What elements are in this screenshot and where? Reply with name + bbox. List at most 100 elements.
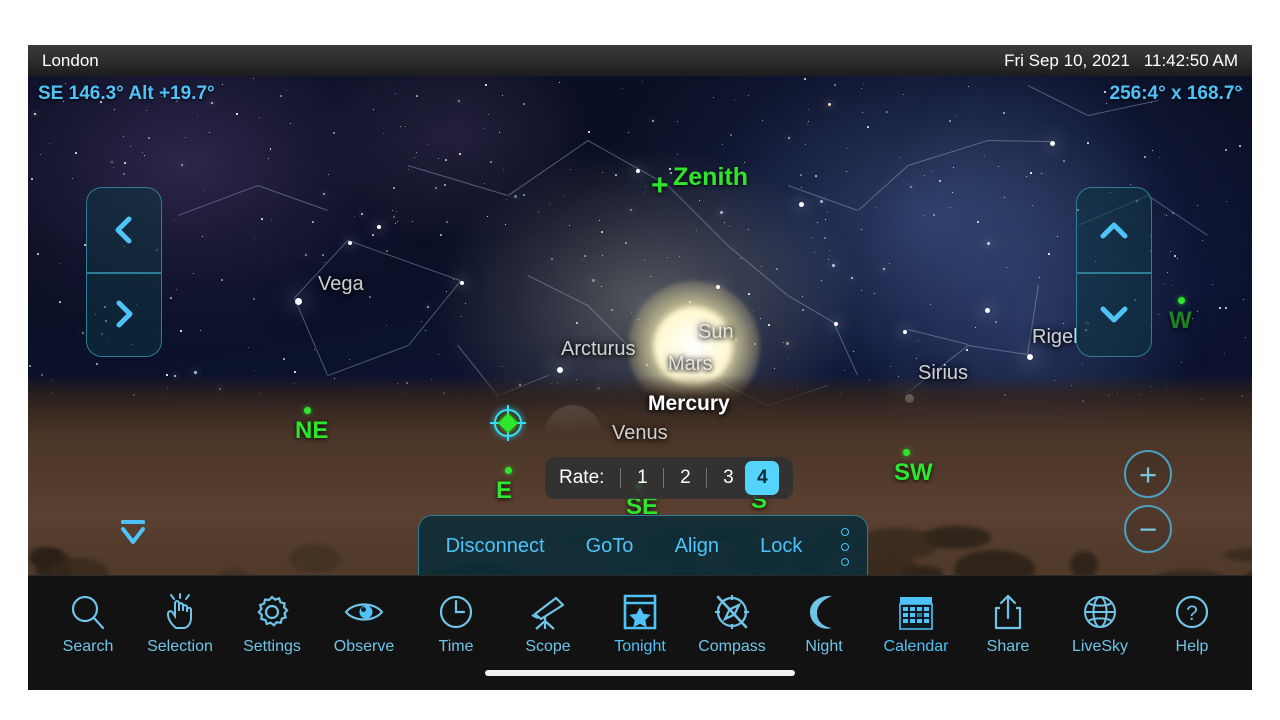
cardinal-w: W [1169, 307, 1192, 334]
plus-icon: + [1138, 456, 1158, 492]
toolbar-item-compass[interactable]: Compass [686, 590, 778, 656]
rate-option-2[interactable]: 2 [668, 467, 702, 489]
sky-label-venus[interactable]: Venus [612, 422, 668, 445]
dot [841, 542, 849, 551]
zoom-out-button[interactable]: − [1124, 505, 1172, 553]
cardinal-dot [1178, 297, 1185, 304]
time-label[interactable]: 11:42:50 AM [1144, 51, 1238, 71]
toolbar-item-time[interactable]: Time [410, 590, 502, 656]
toolbar-label: Scope [525, 638, 571, 655]
question-icon: ? [1172, 590, 1212, 632]
rate-control[interactable]: Rate: 1234 [545, 457, 794, 499]
compass-off-icon [712, 590, 752, 632]
telescope-icon [526, 590, 570, 632]
toolbar-item-share[interactable]: Share [962, 590, 1054, 656]
scope-control-bar[interactable]: Disconnect GoTo Align Lock [418, 515, 868, 577]
cardinal-e: E [496, 477, 513, 504]
svg-text:?: ? [1186, 602, 1198, 625]
toolbar-label: Time [438, 638, 474, 655]
rate-options[interactable]: 1234 [616, 461, 780, 495]
cardinal-dot [903, 449, 910, 456]
toolbar-item-scope[interactable]: Scope [502, 590, 594, 656]
zoom-in-button[interactable]: + [1124, 450, 1172, 498]
toolbar-item-help[interactable]: ? Help [1146, 590, 1238, 656]
dot [841, 557, 849, 566]
sky-label-mars[interactable]: Mars [668, 353, 712, 376]
toolbar-label: Compass [698, 638, 766, 655]
screenshot-root: SE 146.3° Alt +19.7° 256:4° x 168.7° Veg… [0, 0, 1280, 720]
sky-label-rigel[interactable]: Rigel [1032, 326, 1078, 349]
pan-down-button[interactable] [1077, 272, 1151, 356]
rate-separator [663, 468, 665, 488]
cardinal-zenith: Zenith [673, 163, 748, 191]
toolbar-item-search[interactable]: Search [42, 590, 134, 656]
chevron-left-icon [115, 216, 132, 244]
eye-icon [342, 590, 386, 632]
toolbar-item-calendar[interactable]: Calendar [870, 590, 962, 656]
clock-icon [436, 590, 476, 632]
toolbar-label: Share [986, 638, 1030, 655]
toolbar-item-selection[interactable]: Selection [134, 590, 226, 656]
pointing-readout: SE 146.3° Alt +19.7° [38, 83, 215, 104]
cardinal-sw: SW [894, 459, 933, 486]
more-vertical-icon[interactable] [841, 527, 849, 566]
scope-button-disconnect[interactable]: Disconnect [446, 535, 545, 558]
globe-icon [1080, 590, 1120, 632]
toolbar-item-tonight[interactable]: Tonight [594, 590, 686, 656]
sky-label-sirius[interactable]: Sirius [918, 362, 968, 385]
device-screen: SE 146.3° Alt +19.7° 256:4° x 168.7° Veg… [28, 45, 1252, 690]
nav-pad-right[interactable] [1076, 187, 1152, 357]
toolbar-label: Help [1175, 638, 1209, 655]
toolbar-label: LiveSky [1071, 638, 1129, 655]
cardinal-ne: NE [295, 417, 329, 444]
star-card-icon [620, 590, 660, 632]
collapse-down-icon [121, 520, 145, 544]
rate-label: Rate: [559, 467, 605, 488]
tap-hand-icon [160, 590, 200, 632]
dot [841, 527, 849, 536]
moon-icon [804, 590, 844, 632]
pan-left-button[interactable] [87, 188, 161, 272]
toolbar-item-settings[interactable]: Settings [226, 590, 318, 656]
toolbar-label: Selection [147, 638, 213, 655]
chevron-right-icon [116, 300, 133, 328]
sky-label-sun[interactable]: Sun [698, 321, 734, 344]
chevron-up-icon [1100, 222, 1128, 239]
toolbar-label: Night [805, 638, 843, 655]
toolbar-label: Calendar [883, 638, 949, 655]
gear-icon [252, 590, 292, 632]
rate-option-3[interactable]: 3 [711, 467, 745, 489]
date-label[interactable]: Fri Sep 10, 2021 [1004, 51, 1130, 71]
pan-right-button[interactable] [87, 272, 161, 356]
toolbar-item-livesky[interactable]: LiveSky [1054, 590, 1146, 656]
search-icon [68, 590, 108, 632]
fov-readout: 256:4° x 168.7° [1109, 83, 1242, 104]
rate-separator [706, 468, 708, 488]
scope-button-goto[interactable]: GoTo [586, 535, 634, 558]
sky-label-vega[interactable]: Vega [318, 273, 364, 296]
sky-label-arcturus[interactable]: Arcturus [561, 338, 635, 361]
cardinal-dot [505, 467, 512, 474]
toolbar-label: Observe [333, 638, 395, 655]
scope-buttons[interactable]: Disconnect GoTo Align Lock [419, 535, 841, 558]
calendar-icon [896, 590, 936, 632]
toolbar-label: Settings [243, 638, 301, 655]
toolbar-item-night[interactable]: Night [778, 590, 870, 656]
toolbar-label: Tonight [614, 638, 666, 655]
home-indicator [485, 670, 795, 676]
rate-option-4[interactable]: 4 [745, 461, 780, 495]
scope-button-lock[interactable]: Lock [760, 535, 802, 558]
toolbar-item-observe[interactable]: Observe [318, 590, 410, 656]
sky-label-mercury[interactable]: Mercury [648, 392, 730, 416]
nav-pad-left[interactable] [86, 187, 162, 357]
status-bar: London Fri Sep 10, 2021 11:42:50 AM [28, 45, 1252, 76]
chevron-down-icon [1100, 306, 1128, 323]
zenith-crosshair-icon: + [651, 169, 669, 202]
cardinal-dot [304, 407, 311, 414]
rate-option-1[interactable]: 1 [625, 467, 659, 489]
rate-separator [620, 468, 622, 488]
pan-up-button[interactable] [1077, 188, 1151, 272]
location-label[interactable]: London [42, 51, 99, 71]
collapse-toolbar-button[interactable] [113, 517, 153, 551]
scope-button-align[interactable]: Align [675, 535, 719, 558]
